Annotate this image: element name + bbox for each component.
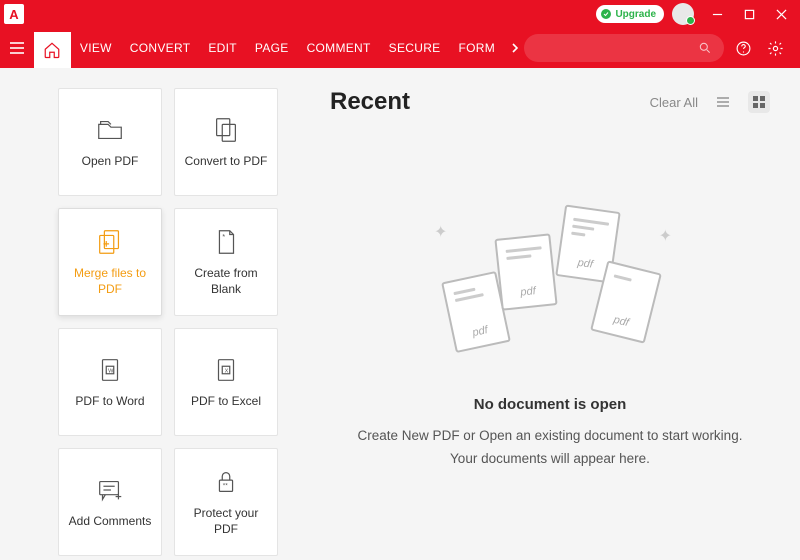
- pdf-label: pdf: [453, 320, 506, 343]
- comment-icon: [94, 474, 126, 506]
- empty-description: Create New PDF or Open an existing docum…: [358, 425, 743, 471]
- merge-files-card[interactable]: Merge files to PDF: [58, 208, 162, 316]
- tab-page[interactable]: PAGE: [246, 41, 298, 55]
- pdf-to-excel-card[interactable]: X PDF to Excel: [174, 328, 278, 436]
- card-label: Merge files to PDF: [67, 266, 153, 297]
- empty-line: Your documents will appear here.: [358, 448, 743, 471]
- home-icon: [43, 41, 61, 59]
- add-comments-card[interactable]: Add Comments: [58, 448, 162, 556]
- user-avatar[interactable]: [672, 3, 694, 25]
- blank-doc-icon: *: [210, 226, 242, 258]
- sparkle-icon: ✦: [434, 222, 447, 242]
- empty-line: Create New PDF or Open an existing docum…: [358, 425, 743, 448]
- card-label: Open PDF: [82, 154, 139, 170]
- check-circle-icon: [600, 8, 612, 20]
- svg-text:W: W: [108, 369, 114, 375]
- sparkle-icon: ✦: [659, 226, 672, 246]
- ribbon-tabs: VIEW CONVERT EDIT PAGE COMMENT SECURE FO…: [71, 28, 524, 68]
- create-blank-card[interactable]: * Create from Blank: [174, 208, 278, 316]
- more-tabs-button[interactable]: [506, 39, 524, 57]
- upgrade-button[interactable]: Upgrade: [596, 5, 664, 23]
- open-pdf-card[interactable]: Open PDF: [58, 88, 162, 196]
- tab-view[interactable]: VIEW: [71, 41, 121, 55]
- merge-icon: [94, 226, 126, 258]
- hamburger-icon: [8, 39, 26, 57]
- card-label: PDF to Excel: [191, 394, 261, 410]
- empty-state: ✦ ✦ ✦ pdf pdf pdf pdf: [330, 146, 770, 471]
- help-button[interactable]: [730, 35, 756, 61]
- tab-form[interactable]: FORM: [449, 41, 504, 55]
- clear-all-button[interactable]: Clear All: [650, 95, 698, 110]
- grid-view-button[interactable]: [748, 91, 770, 113]
- settings-button[interactable]: [762, 35, 788, 61]
- card-label: PDF to Word: [75, 394, 144, 410]
- ribbon: VIEW CONVERT EDIT PAGE COMMENT SECURE FO…: [0, 28, 800, 68]
- home-tab[interactable]: [34, 32, 71, 68]
- folder-open-icon: [94, 114, 126, 146]
- card-label: Convert to PDF: [185, 154, 268, 170]
- svg-text:**: **: [223, 483, 229, 490]
- card-label: Protect your PDF: [183, 506, 269, 537]
- convert-icon: [210, 114, 242, 146]
- close-button[interactable]: [766, 0, 796, 28]
- empty-title: No document is open: [474, 396, 627, 413]
- gear-icon: [767, 40, 784, 57]
- tab-edit[interactable]: EDIT: [199, 41, 246, 55]
- pdf-label: pdf: [594, 309, 647, 333]
- excel-icon: X: [210, 354, 242, 386]
- content-area: Open PDF Convert to PDF Merge files to P…: [0, 68, 800, 560]
- card-label: Create from Blank: [183, 266, 269, 297]
- maximize-button[interactable]: [734, 0, 764, 28]
- tab-secure[interactable]: SECURE: [380, 41, 450, 55]
- list-icon: [715, 94, 731, 110]
- svg-text:X: X: [225, 369, 229, 375]
- grid-icon: [751, 94, 767, 110]
- pdf-to-word-card[interactable]: W PDF to Word: [58, 328, 162, 436]
- titlebar: A Upgrade: [0, 0, 800, 28]
- convert-to-pdf-card[interactable]: Convert to PDF: [174, 88, 278, 196]
- action-grid: Open PDF Convert to PDF Merge files to P…: [0, 88, 278, 560]
- card-label: Add Comments: [69, 514, 152, 530]
- pdf-label: pdf: [502, 283, 555, 300]
- empty-illustration: ✦ ✦ ✦ pdf pdf pdf pdf: [420, 196, 680, 376]
- menu-button[interactable]: [0, 28, 34, 68]
- help-icon: [735, 40, 752, 57]
- minimize-button[interactable]: [702, 0, 732, 28]
- lock-icon: **: [210, 466, 242, 498]
- svg-text:*: *: [222, 233, 225, 242]
- app-logo: A: [4, 4, 24, 24]
- tab-comment[interactable]: COMMENT: [298, 41, 380, 55]
- list-view-button[interactable]: [712, 91, 734, 113]
- tab-convert[interactable]: CONVERT: [121, 41, 200, 55]
- search-icon: [698, 41, 712, 55]
- recent-title: Recent: [330, 88, 410, 116]
- protect-pdf-card[interactable]: ** Protect your PDF: [174, 448, 278, 556]
- doc-icon: pdf: [494, 233, 557, 310]
- recent-panel: Recent Clear All ✦ ✦ ✦ pdf: [278, 88, 800, 560]
- word-icon: W: [94, 354, 126, 386]
- upgrade-label: Upgrade: [615, 9, 656, 20]
- chevron-right-icon: [509, 42, 521, 54]
- search-input[interactable]: [524, 34, 724, 62]
